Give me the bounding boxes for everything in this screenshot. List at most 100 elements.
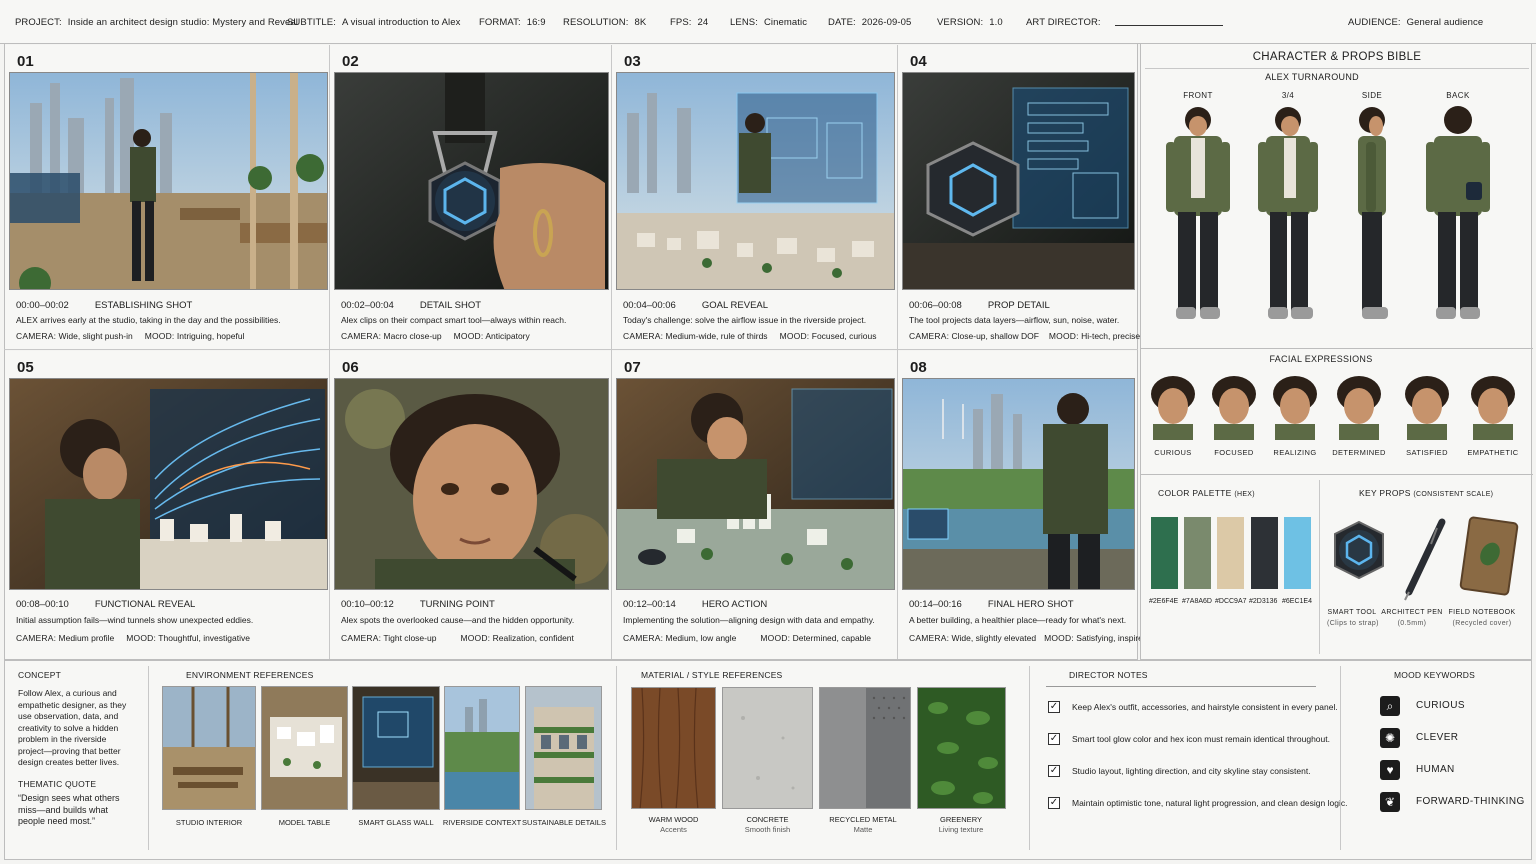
panel-number: 03	[624, 53, 641, 70]
panel-number: 08	[910, 359, 927, 376]
palette-swatch[interactable]	[1151, 517, 1178, 589]
panel-07[interactable]: 07 00:12–00:14 HERO ACTION Implementing t…	[612, 351, 897, 659]
resolution-label: RESOLUTION:	[563, 17, 629, 28]
panel-05[interactable]: 05 00:08–00:10 FUNCTIONAL REVEAL Initial …	[5, 351, 329, 659]
format-label: FORMAT:	[479, 17, 521, 28]
camera-value: Wide, slightly elevated	[951, 633, 1037, 643]
version-value: 1.0	[989, 17, 1003, 28]
palette-hex-label: #2D3136	[1249, 598, 1278, 605]
fps-value: 24	[697, 17, 709, 28]
env-thumb-riverside-context[interactable]	[444, 686, 520, 810]
architect-pen-icon	[1404, 518, 1446, 601]
signature-line[interactable]	[1114, 18, 1223, 27]
camera-label: CAMERA:	[341, 633, 382, 643]
note-checkbox[interactable]: ✓	[1048, 701, 1060, 713]
panel-02[interactable]: 02 00:02–00:04 DETAIL SHOT Alex clips on …	[330, 45, 611, 349]
concept-line: use observation, data, and	[18, 711, 119, 721]
env-label-smart-glass-wall: SMART GLASS WALL	[358, 818, 434, 827]
panel-caption-header: 00:00–00:02 ESTABLISHING SHOT	[16, 300, 192, 311]
director-note: Studio layout, lighting direction, and c…	[1072, 766, 1311, 776]
camera-label: CAMERA:	[16, 633, 57, 643]
panel-03[interactable]: 03 00:04–00:06 GOAL REVEAL Today's challe…	[612, 45, 897, 349]
environment-title: ENVIRONMENT REFERENCES	[186, 670, 314, 680]
panel-number: 06	[342, 359, 359, 376]
material-note-recycled-metal: Matte	[853, 825, 873, 834]
panel-camera-mood: CAMERA: Macro close-up MOOD: Anticipatory	[341, 331, 530, 341]
lightbulb-icon: ✺	[1380, 728, 1400, 748]
panel-camera-mood: CAMERA: Wide, slightly elevated MOOD: Sat…	[909, 633, 1148, 643]
expression-label-focused: FOCUSED	[1214, 448, 1254, 457]
env-thumb-studio-interior[interactable]	[162, 686, 256, 810]
env-thumb-sustainable-details[interactable]	[525, 686, 602, 810]
expression-label-satisfied: SATISFIED	[1406, 448, 1448, 457]
mood-value: Intriguing, hopeful	[176, 331, 245, 341]
panel-shot-type: GOAL REVEAL	[701, 300, 769, 311]
props-suffix: (CONSISTENT SCALE)	[1413, 491, 1494, 498]
note-checkbox[interactable]: ✓	[1048, 797, 1060, 809]
concept-title: CONCEPT	[18, 670, 61, 680]
camera-value: Wide, slight push-in	[58, 331, 133, 341]
panel-06[interactable]: 06 00:10–00:12 TURNING POINT Alex spots t…	[330, 351, 611, 659]
material-note-warm-wood: Accents	[660, 825, 687, 834]
panel-time: 00:00–00:02	[16, 300, 69, 311]
mood-label: MOOD:	[144, 331, 175, 341]
smart-tool-icon	[1334, 520, 1384, 580]
panel-caption-header: 00:02–00:04 DETAIL SHOT	[341, 300, 481, 311]
material-thumb-recycled-metal[interactable]	[819, 687, 911, 809]
note-checkbox[interactable]: ✓	[1048, 733, 1060, 745]
panel-shot-type: PROP DETAIL	[987, 300, 1050, 311]
palette-swatch[interactable]	[1184, 517, 1211, 589]
panel-time: 00:04–00:06	[623, 300, 676, 311]
env-label-sustainable-details: SUSTAINABLE DETAILS	[522, 818, 606, 827]
palette-title-text: COLOR PALETTE	[1158, 488, 1232, 498]
panel-01[interactable]: 01 00:00–00:02 ESTABLISHING SHOT ALEX arr…	[5, 45, 329, 349]
divider	[1319, 480, 1320, 654]
heart-icon: ♥	[1380, 760, 1400, 780]
prop-name-architect-pen: ARCHITECT PEN	[1381, 609, 1443, 616]
material-thumb-warm-wood[interactable]	[631, 687, 716, 809]
divider	[1340, 666, 1341, 850]
expression-label-curious: CURIOUS	[1154, 448, 1192, 457]
camera-label: CAMERA:	[623, 331, 664, 341]
turnaround-figures	[1166, 106, 1490, 319]
mood-value: Satisfying, inspired	[1076, 633, 1148, 643]
env-thumb-model-table[interactable]	[261, 686, 348, 810]
panel-number: 05	[17, 359, 34, 376]
palette-swatch[interactable]	[1217, 517, 1244, 589]
panel-camera-mood: CAMERA: Wide, slight push-in MOOD: Intrig…	[16, 331, 244, 341]
divider	[1029, 666, 1030, 850]
props-title: KEY PROPS (CONSISTENT SCALE)	[1359, 488, 1493, 498]
panel-image-prop-detail	[902, 72, 1135, 290]
expression-faces	[1151, 376, 1515, 440]
expression-label-realizing: REALIZING	[1273, 448, 1317, 457]
divider	[616, 666, 617, 850]
resolution-field: RESOLUTION: 8K	[563, 17, 646, 28]
panel-04[interactable]: 04 00:06–00:08 PROP DETAIL The tool proje…	[898, 45, 1140, 349]
palette-swatch[interactable]	[1284, 517, 1311, 589]
env-label-riverside-context: RIVERSIDE CONTEXT	[442, 818, 522, 827]
palette-hex-label: #7A8A6D	[1182, 598, 1212, 605]
panel-number: 02	[342, 53, 359, 70]
panel-shot-type: ESTABLISHING SHOT	[94, 300, 193, 311]
concept-line: problem in the riverside	[18, 734, 107, 744]
panel-08[interactable]: 08 00:14–00:16 FINAL HERO SHOT A better b…	[898, 351, 1148, 659]
version-label: VERSION:	[937, 17, 984, 28]
material-thumb-greenery[interactable]	[917, 687, 1006, 809]
materials-title: MATERIAL / STYLE REFERENCES	[641, 670, 783, 680]
project-value: Inside an architect design studio: Myste…	[67, 17, 298, 28]
divider	[1141, 474, 1533, 475]
props-title-text: KEY PROPS	[1359, 488, 1411, 498]
camera-label: CAMERA:	[341, 331, 382, 341]
note-checkbox[interactable]: ✓	[1048, 765, 1060, 777]
camera-value: Close-up, shallow DOF	[951, 331, 1039, 341]
palette-swatch[interactable]	[1251, 517, 1278, 589]
panel-camera-mood: CAMERA: Medium, low angle MOOD: Determine…	[623, 633, 871, 643]
env-thumb-smart-glass-wall[interactable]	[352, 686, 440, 810]
mood-value: Anticipatory	[485, 331, 530, 341]
material-thumb-concrete[interactable]	[722, 687, 813, 809]
panel-number: 04	[910, 53, 927, 70]
fps-field: FPS: 24	[670, 17, 708, 28]
camera-label: CAMERA:	[909, 633, 950, 643]
version-field: VERSION: 1.0	[937, 17, 1003, 28]
material-note-concrete: Smooth finish	[744, 825, 791, 834]
